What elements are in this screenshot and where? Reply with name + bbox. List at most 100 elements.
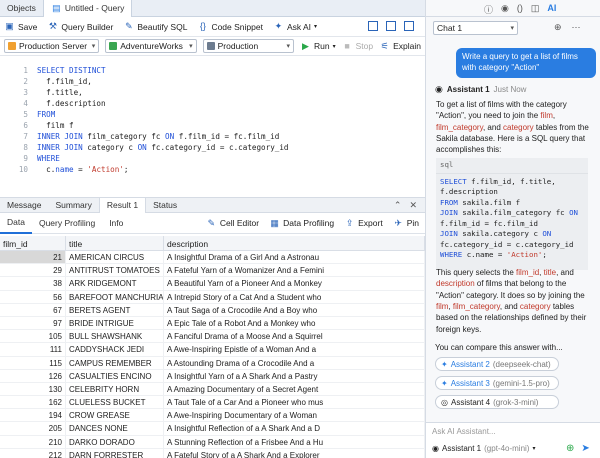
cell-description[interactable]: A Astounding Drama of a Crocodile And a xyxy=(164,356,425,369)
column-header-film-id[interactable]: film_id xyxy=(0,236,66,250)
server-select[interactable]: Production Server ▾ xyxy=(4,39,100,53)
chat-input[interactable]: Ask AI Assistant... xyxy=(432,427,592,439)
stop-button[interactable]: ■ Stop xyxy=(342,41,373,52)
cell-title[interactable]: DARN FORRESTER xyxy=(66,448,164,458)
compare-assistant-4[interactable]: ◎ Assistant 4 (grok-3-mini) xyxy=(435,395,559,409)
cell-film-id[interactable]: 115 xyxy=(0,356,66,369)
cell-film-id[interactable]: 21 xyxy=(0,251,66,264)
column-header-title[interactable]: title xyxy=(66,236,164,250)
table-row[interactable]: 29 ANTITRUST TOMATOES A Fateful Yarn of a … xyxy=(0,264,425,278)
cell-description[interactable]: A Intrepid Story of a Cat And a Student … xyxy=(164,290,425,303)
export-button[interactable]: ⇪ Export xyxy=(344,218,383,229)
save-button[interactable]: ▣ Save xyxy=(4,21,37,32)
cell-title[interactable]: BERETS AGENT xyxy=(66,303,164,316)
cell-film-id[interactable]: 162 xyxy=(0,396,66,409)
cell-description[interactable]: A Insightful Yarn of a A Shark And a Pas… xyxy=(164,369,425,382)
table-row[interactable]: 210 DARKO DORADO A Stunning Reflection of … xyxy=(0,435,425,449)
table-row[interactable]: 105 BULL SHAWSHANK A Fanciful Drama of a M… xyxy=(0,330,425,344)
cell-description[interactable]: A Fateful Yarn of a Womanizer And a Femi… xyxy=(164,264,425,277)
cell-film-id[interactable]: 111 xyxy=(0,343,66,356)
table-row[interactable]: 115 CAMPUS REMEMBER A Astounding Drama of … xyxy=(0,356,425,370)
compare-assistant-3[interactable]: ✦ Assistant 3 (gemini-1.5-pro) xyxy=(435,376,559,390)
beautify-sql-button[interactable]: ✎ Beautify SQL xyxy=(123,21,187,32)
sql-editor[interactable]: 1 2 3 4 5 6 7 8 9 10 SELECT DISTINCT f.f… xyxy=(0,57,425,197)
cell-film-id[interactable]: 29 xyxy=(0,264,66,277)
data-profiling-button[interactable]: ▦ Data Profiling xyxy=(269,218,334,229)
layout-bottom-icon[interactable] xyxy=(386,21,396,31)
schema-select[interactable]: Production ▾ xyxy=(202,39,294,53)
compare-assistant-2[interactable]: ✦ Assistant 2 (deepseek-chat) xyxy=(435,357,559,371)
send-icon[interactable]: ➤ xyxy=(581,443,589,454)
subtab-query-profiling[interactable]: Query Profiling xyxy=(32,213,102,234)
column-header-description[interactable]: description xyxy=(164,236,425,250)
table-row[interactable]: 194 CROW GREASE A Awe-Inspiring Documentar… xyxy=(0,409,425,423)
cell-editor-button[interactable]: ✎ Cell Editor xyxy=(206,218,260,229)
cell-title[interactable]: BRIDE INTRIGUE xyxy=(66,316,164,330)
table-row[interactable]: 38 ARK RIDGEMONT A Beautiful Yarn of a Pio… xyxy=(0,277,425,291)
ask-ai-button[interactable]: ✦ Ask AI ▾ xyxy=(273,21,317,32)
cell-title[interactable]: DARKO DORADO xyxy=(66,435,164,448)
cell-description[interactable]: A Fateful Story of a A Shark And a Explo… xyxy=(164,448,425,458)
cell-title[interactable]: BAREFOOT MANCHURIAN xyxy=(66,290,164,303)
info-icon[interactable]: ⓘ xyxy=(484,3,493,16)
cell-description[interactable]: A Insightful Drama of a Girl And a Astro… xyxy=(164,251,425,264)
assistant-model-select[interactable]: ◉ Assistant 1 (gpt-4o-mini) ▾ xyxy=(432,444,535,453)
cell-title[interactable]: CROW GREASE xyxy=(66,409,164,422)
tab-summary[interactable]: Summary xyxy=(49,198,99,213)
cell-title[interactable]: ARK RIDGEMONT xyxy=(66,277,164,290)
cell-film-id[interactable]: 105 xyxy=(0,330,66,343)
tab-message[interactable]: Message xyxy=(0,198,49,213)
layout-right-icon[interactable] xyxy=(404,21,414,31)
cell-title[interactable]: BULL SHAWSHANK xyxy=(66,330,164,343)
cell-description[interactable]: A Taut Tale of a Car And a Pioneer who m… xyxy=(164,396,425,409)
chevron-up-icon[interactable]: ⌃ xyxy=(394,200,402,211)
cell-title[interactable]: DANCES NONE xyxy=(66,422,164,435)
cell-film-id[interactable]: 67 xyxy=(0,303,66,316)
chat-select[interactable]: Chat 1 ▾ xyxy=(433,21,518,35)
add-chat-icon[interactable]: ⊕ xyxy=(554,22,562,33)
table-row[interactable]: 212 DARN FORRESTER A Fateful Story of a A … xyxy=(0,448,425,458)
code-snippet-button[interactable]: {} Code Snippet xyxy=(197,21,263,32)
subtab-data[interactable]: Data xyxy=(0,213,32,234)
more-icon[interactable]: ⋯ xyxy=(572,22,581,33)
close-icon[interactable]: ✕ xyxy=(409,200,417,211)
pin-button[interactable]: ✈ Pin xyxy=(393,218,419,229)
cell-film-id[interactable]: 205 xyxy=(0,422,66,435)
code-content[interactable]: SELECT f.film_id, f.title, f.description… xyxy=(436,174,588,264)
subtab-info[interactable]: Info xyxy=(102,213,130,234)
cell-film-id[interactable]: 210 xyxy=(0,435,66,448)
cell-description[interactable]: A Amazing Documentary of a Secret Agent xyxy=(164,382,425,396)
table-row[interactable]: 130 CELEBRITY HORN A Amazing Documentary o… xyxy=(0,382,425,397)
cell-description[interactable]: A Awe-Inspiring Documentary of a Woman xyxy=(164,409,425,422)
tab-status[interactable]: Status xyxy=(146,198,184,213)
cell-film-id[interactable]: 56 xyxy=(0,290,66,303)
tab-untitled-query[interactable]: ▤ Untitled - Query xyxy=(42,0,133,17)
cell-film-id[interactable]: 212 xyxy=(0,448,66,458)
cell-film-id[interactable]: 126 xyxy=(0,369,66,382)
add-context-icon[interactable]: ⊕ xyxy=(566,443,574,454)
database-select[interactable]: AdventureWorks ▾ xyxy=(105,39,197,53)
table-row[interactable]: 97 BRIDE INTRIGUE A Epic Tale of a Robot A… xyxy=(0,316,425,331)
run-button[interactable]: ▶ Run ▾ xyxy=(300,41,336,52)
cell-description[interactable]: A Epic Tale of a Robot And a Monkey who xyxy=(164,316,425,330)
cell-description[interactable]: A Insightful Reflection of a A Shark And… xyxy=(164,422,425,435)
tab-result-1[interactable]: Result 1 xyxy=(98,197,147,213)
cell-film-id[interactable]: 194 xyxy=(0,409,66,422)
explain-button[interactable]: ⚟ Explain xyxy=(379,41,421,52)
cell-description[interactable]: A Taut Saga of a Crocodile And a Boy who xyxy=(164,303,425,316)
table-row[interactable]: 162 CLUELESS BUCKET A Taut Tale of a Car A… xyxy=(0,396,425,410)
cell-title[interactable]: ANTITRUST TOMATOES xyxy=(66,264,164,277)
cell-description[interactable]: A Beautiful Yarn of a Pioneer And a Monk… xyxy=(164,277,425,290)
layout-split-icon[interactable] xyxy=(368,21,378,31)
ai-tab-icon[interactable]: AI xyxy=(547,3,556,16)
snippet-icon[interactable]: () xyxy=(517,3,523,16)
cell-description[interactable]: A Awe-Inspiring Epistle of a Woman And a xyxy=(164,343,425,356)
cell-title[interactable]: CAMPUS REMEMBER xyxy=(66,356,164,369)
table-row[interactable]: 205 DANCES NONE A Insightful Reflection of… xyxy=(0,422,425,436)
cell-title[interactable]: CLUELESS BUCKET xyxy=(66,396,164,409)
history-icon[interactable]: ◫ xyxy=(531,3,540,16)
table-row[interactable]: 111 CADDYSHACK JEDI A Awe-Inspiring Epistl… xyxy=(0,343,425,357)
cell-title[interactable]: AMERICAN CIRCUS xyxy=(66,251,164,264)
table-row[interactable]: 21 AMERICAN CIRCUS A Insightful Drama of a… xyxy=(0,251,425,265)
cell-film-id[interactable]: 97 xyxy=(0,316,66,330)
